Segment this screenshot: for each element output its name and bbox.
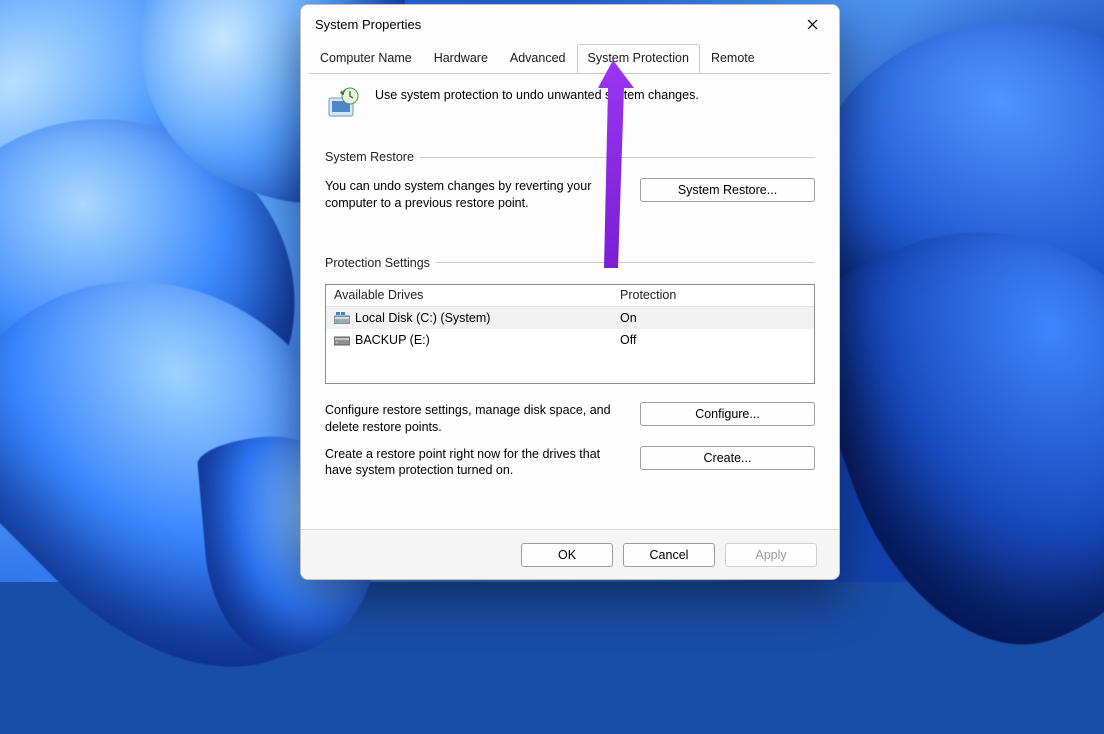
ok-button[interactable]: OK xyxy=(521,543,613,567)
drive-row[interactable]: Local Disk (C:) (System) On xyxy=(326,307,814,329)
system-restore-label: System Restore xyxy=(325,150,414,164)
tab-hardware[interactable]: Hardware xyxy=(423,44,499,73)
intro-text: Use system protection to undo unwanted s… xyxy=(375,86,699,102)
configure-button[interactable]: Configure... xyxy=(640,402,815,426)
create-button[interactable]: Create... xyxy=(640,446,815,470)
tab-advanced[interactable]: Advanced xyxy=(499,44,577,73)
configure-desc: Configure restore settings, manage disk … xyxy=(325,402,622,436)
drives-list[interactable]: Available Drives Protection Local Disk (… xyxy=(325,284,815,384)
drive-name: BACKUP (E:) xyxy=(355,333,430,347)
tab-strip: Computer Name Hardware Advanced System P… xyxy=(301,43,839,73)
drive-name: Local Disk (C:) (System) xyxy=(355,311,490,325)
system-properties-dialog: System Properties Computer Name Hardware… xyxy=(300,4,840,580)
window-title: System Properties xyxy=(315,17,421,32)
tab-system-protection[interactable]: System Protection xyxy=(577,44,700,73)
drive-protection-status: On xyxy=(616,311,814,325)
cancel-button[interactable]: Cancel xyxy=(623,543,715,567)
dialog-footer: OK Cancel Apply xyxy=(301,529,839,579)
create-desc: Create a restore point right now for the… xyxy=(325,446,622,480)
tab-content: Use system protection to undo unwanted s… xyxy=(301,74,839,529)
drive-system-icon xyxy=(334,312,350,324)
drive-row[interactable]: BACKUP (E:) Off xyxy=(326,329,814,351)
drive-protection-status: Off xyxy=(616,333,814,347)
titlebar[interactable]: System Properties xyxy=(301,5,839,43)
tab-remote[interactable]: Remote xyxy=(700,44,766,73)
system-restore-button[interactable]: System Restore... xyxy=(640,178,815,202)
tab-computer-name[interactable]: Computer Name xyxy=(309,44,423,73)
protection-settings-label: Protection Settings xyxy=(325,256,430,270)
column-protection[interactable]: Protection xyxy=(616,288,814,302)
group-protection-settings-title: Protection Settings xyxy=(325,256,815,270)
column-available-drives[interactable]: Available Drives xyxy=(326,288,616,302)
drive-icon xyxy=(334,334,350,346)
apply-button[interactable]: Apply xyxy=(725,543,817,567)
close-icon xyxy=(807,19,818,30)
system-restore-desc: You can undo system changes by reverting… xyxy=(325,178,622,212)
group-system-restore-title: System Restore xyxy=(325,150,815,164)
system-protection-icon xyxy=(325,86,361,122)
close-button[interactable] xyxy=(791,9,833,39)
